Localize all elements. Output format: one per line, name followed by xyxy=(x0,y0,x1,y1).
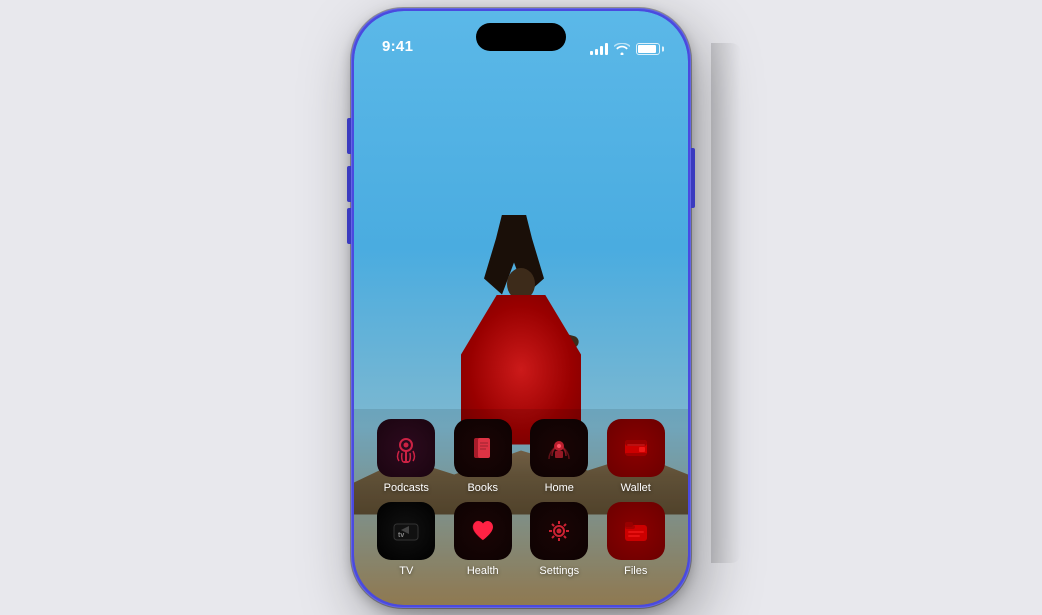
phone-shadow xyxy=(711,43,741,563)
tv-label: TV xyxy=(399,565,413,577)
files-label: Files xyxy=(624,565,647,577)
phone-frame: 9:41 xyxy=(351,8,691,608)
settings-label: Settings xyxy=(539,565,579,577)
health-label: Health xyxy=(467,565,499,577)
books-icon[interactable] xyxy=(454,419,512,477)
dynamic-island xyxy=(476,23,566,51)
home-label: Home xyxy=(545,482,574,494)
app-grid: Podcasts Books xyxy=(354,409,688,605)
app-item-wallet[interactable]: Wallet xyxy=(602,419,670,494)
wallet-icon[interactable] xyxy=(607,419,665,477)
app-item-home[interactable]: Home xyxy=(525,419,593,494)
files-icon[interactable] xyxy=(607,502,665,560)
wallet-label: Wallet xyxy=(621,482,651,494)
app-item-books[interactable]: Books xyxy=(449,419,517,494)
settings-icon[interactable] xyxy=(530,502,588,560)
books-label: Books xyxy=(467,482,498,494)
phone-wrapper: 9:41 xyxy=(331,3,711,613)
home-icon[interactable] xyxy=(530,419,588,477)
signal-icon xyxy=(590,43,608,55)
phone-screen: 9:41 xyxy=(354,11,688,605)
battery-fill xyxy=(638,45,656,53)
podcasts-label: Podcasts xyxy=(384,482,429,494)
app-item-tv[interactable]: tv TV xyxy=(372,502,440,577)
wifi-icon xyxy=(614,43,630,55)
battery-icon xyxy=(636,43,660,55)
status-time: 9:41 xyxy=(382,38,413,55)
app-item-files[interactable]: Files xyxy=(602,502,670,577)
svg-text:tv: tv xyxy=(398,532,404,539)
app-row-2: tv TV Health xyxy=(368,502,674,577)
app-row-1: Podcasts Books xyxy=(368,419,674,494)
status-icons xyxy=(590,43,660,55)
tv-icon[interactable]: tv xyxy=(377,502,435,560)
health-icon[interactable] xyxy=(454,502,512,560)
app-item-health[interactable]: Health xyxy=(449,502,517,577)
app-item-podcasts[interactable]: Podcasts xyxy=(372,419,440,494)
podcasts-icon[interactable] xyxy=(377,419,435,477)
app-item-settings[interactable]: Settings xyxy=(525,502,593,577)
